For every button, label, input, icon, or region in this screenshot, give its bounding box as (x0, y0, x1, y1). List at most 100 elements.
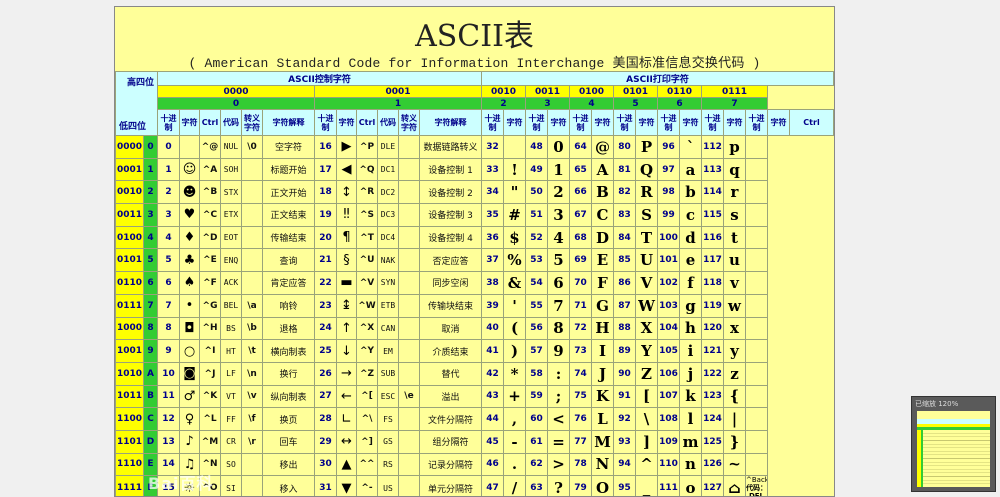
cell-ctrl: ^B (199, 180, 221, 205)
cell-dec: 35 (481, 203, 504, 227)
cell-escape: \b (241, 316, 263, 341)
cell-code: HT (220, 339, 242, 363)
row-hex: A (143, 361, 158, 386)
cell-ctrl (745, 135, 768, 159)
cell-dec: 17 (314, 157, 337, 182)
cell-char: 6 (547, 271, 570, 295)
cell-symbol: ¶ (336, 225, 357, 250)
column-bits-2: 0010 (481, 85, 526, 98)
cell-symbol: ♥ (179, 203, 200, 227)
cell-char (503, 135, 526, 159)
cell-char: ` (679, 135, 702, 159)
cell-code: GS (377, 429, 399, 454)
subheader-dec: 十进制 (157, 109, 180, 136)
cell-symbol: ↔ (336, 429, 357, 454)
cell-dec: 8 (157, 316, 180, 341)
cell-char: n (679, 452, 702, 477)
subheader-ctrl: Ctrl (356, 109, 378, 136)
cell-ctrl: ^M (199, 429, 221, 454)
cell-dec: 118 (701, 271, 724, 295)
cell-description: 标题开始 (262, 157, 315, 182)
cell-dec: 46 (481, 452, 504, 477)
zoom-thumbnail[interactable]: 已缩放 120% (911, 396, 996, 492)
cell-symbol: ♣ (179, 248, 200, 273)
cell-ctrl: ^J (199, 361, 221, 386)
cell-dec: 39 (481, 293, 504, 318)
cell-char: ( (503, 316, 526, 341)
cell-char: 5 (547, 248, 570, 273)
cell-dec: 66 (569, 180, 592, 205)
cell-dec: 87 (613, 293, 636, 318)
cell-ctrl: ^F (199, 271, 221, 295)
cell-dec: 7 (157, 293, 180, 318)
corner-bottom-label: 低四位 (119, 122, 147, 132)
cell-dec: 45 (481, 429, 504, 454)
cell-dec: 101 (657, 248, 680, 273)
cell-char: ) (503, 339, 526, 363)
cell-char: l (679, 407, 702, 431)
subheader-char: 字符 (179, 109, 200, 136)
cell-dec: 1 (157, 157, 180, 182)
cell-dec: 70 (569, 271, 592, 295)
cell-dec: 81 (613, 157, 636, 182)
cell-dec: 25 (314, 339, 337, 363)
cell-dec: 65 (569, 157, 592, 182)
row-hex: 4 (143, 225, 158, 250)
row-bits: 0000 (115, 135, 144, 159)
cell-dec: 110 (657, 452, 680, 477)
cell-ctrl: ^] (356, 429, 378, 454)
subheader-code: 代码 (220, 109, 242, 136)
cell-char: # (503, 203, 526, 227)
cell-ctrl: ^A (199, 157, 221, 182)
cell-escape (398, 157, 420, 182)
cell-char: ^ (635, 452, 658, 477)
cell-description: 换页 (262, 407, 315, 431)
cell-dec: 13 (157, 429, 180, 454)
cell-char: y (723, 339, 746, 363)
row-hex: 5 (143, 248, 158, 273)
cell-ctrl: ^C (199, 203, 221, 227)
cell-description: 替代 (419, 361, 482, 386)
cell-escape (398, 316, 420, 341)
cell-char: " (503, 180, 526, 205)
cell-dec: 54 (525, 271, 548, 295)
cell-char: c (679, 203, 702, 227)
cell-dec: 121 (701, 339, 724, 363)
cell-ctrl: ^Y (356, 339, 378, 363)
cell-char: ! (503, 157, 526, 182)
zoom-caption: 已缩放 120% (915, 400, 959, 408)
cell-dec: 72 (569, 316, 592, 341)
cell-char: = (547, 429, 570, 454)
cell-description: 移入 (262, 475, 315, 496)
cell-code: DC4 (377, 225, 399, 250)
page-subtitle: ( American Standard Code for Information… (188, 56, 761, 71)
cell-dec: 122 (701, 361, 724, 386)
subheader-char: 字符 (767, 109, 790, 136)
cell-dec: 83 (613, 203, 636, 227)
cell-dec: 28 (314, 407, 337, 431)
cell-description: 文件分隔符 (419, 407, 482, 431)
cell-code: BEL (220, 293, 242, 318)
cell-escape (398, 429, 420, 454)
cell-char: 7 (547, 293, 570, 318)
cell-ctrl: ^Q (356, 157, 378, 182)
cell-ctrl (745, 248, 768, 273)
cell-ctrl (745, 180, 768, 205)
cell-escape (241, 475, 263, 496)
cell-dec: 109 (657, 429, 680, 454)
row-bits: 1000 (115, 316, 144, 341)
cell-char: D (591, 225, 614, 250)
cell-char: s (723, 203, 746, 227)
cell-escape (241, 203, 263, 227)
cell-escape (398, 407, 420, 431)
subheader-char: 字符 (635, 109, 658, 136)
cell-dec: 93 (613, 429, 636, 454)
cell-dec: 24 (314, 316, 337, 341)
cell-dec: 84 (613, 225, 636, 250)
cell-char: M (591, 429, 614, 454)
column-num-0: 0 (157, 97, 315, 110)
cell-dec: 117 (701, 248, 724, 273)
del-code-label: 代码：DEL (746, 484, 767, 497)
cell-symbol: ↕ (336, 180, 357, 205)
cell-char: F (591, 271, 614, 295)
